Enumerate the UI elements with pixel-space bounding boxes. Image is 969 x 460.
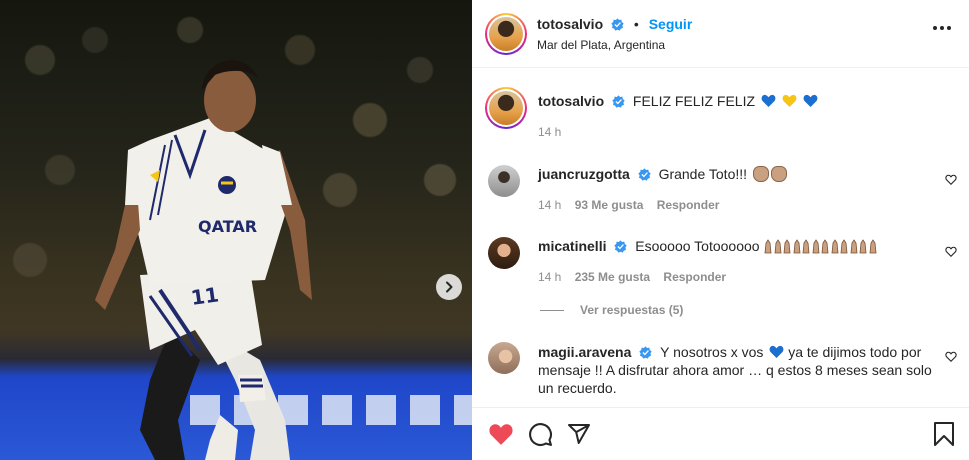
raising-hands-icon [765, 239, 782, 254]
comment-text: Esooooo Totoooooo [635, 238, 760, 254]
like-comment-icon[interactable] [945, 174, 957, 185]
blue-heart-icon [803, 94, 818, 107]
verified-badge-icon [614, 240, 628, 253]
like-comment-icon[interactable] [945, 351, 957, 362]
separator-dot: • [633, 16, 639, 32]
post-action-bar [472, 407, 969, 460]
comment-likes[interactable]: 235 Me gusta [575, 270, 650, 284]
more-options-icon[interactable] [933, 26, 951, 30]
commenter-username[interactable]: juancruzgotta [538, 166, 630, 182]
view-replies-label: Ver respuestas (5) [580, 303, 684, 317]
comment-text: Y nosotros x vos [660, 344, 764, 360]
comment-text-line2: mensaje !! A disfrutar ahora amor … q es… [538, 362, 932, 378]
football-player-figure: 11 QATAR [95, 60, 312, 460]
reply-button[interactable]: Responder [657, 198, 720, 212]
share-icon[interactable] [567, 422, 591, 446]
post-photo[interactable]: 11 QATAR [0, 0, 472, 460]
comment-timestamp[interactable]: 14 h [538, 198, 561, 212]
caption-avatar[interactable] [485, 87, 527, 129]
comment-timestamp[interactable]: 14 h [538, 270, 561, 284]
bookmark-icon[interactable] [933, 422, 955, 446]
commenter-username[interactable]: micatinelli [538, 238, 606, 254]
reply-button[interactable]: Responder [663, 270, 726, 284]
caption-timestamp[interactable]: 14 h [538, 125, 561, 139]
post-header: totosalvio • Seguir Mar del Plata, Argen… [472, 0, 969, 68]
commenter-avatar[interactable] [488, 165, 520, 197]
comment-text: Grande Toto!!! [658, 166, 748, 182]
replies-divider-line [540, 309, 564, 311]
verified-badge-icon [639, 346, 652, 359]
svg-text:QATAR: QATAR [198, 217, 257, 236]
comment-icon[interactable] [528, 422, 553, 447]
raising-hands-icon [841, 239, 858, 254]
commenter-username[interactable]: magii.aravena [538, 344, 631, 360]
heart-icon[interactable] [488, 422, 514, 446]
caption-text: FELIZ FELIZ FELIZ [632, 93, 756, 109]
view-replies-button[interactable]: Ver respuestas (5) [540, 303, 683, 317]
yellow-heart-icon [782, 94, 797, 107]
caption-username[interactable]: totosalvio [538, 93, 604, 109]
blue-heart-icon [761, 94, 776, 107]
raising-hands-icon [860, 239, 877, 254]
raising-hands-icon [803, 239, 820, 254]
comment-text-line3: un recuerdo. [538, 380, 617, 396]
raising-hands-icon [822, 239, 839, 254]
comment-likes[interactable]: 93 Me gusta [575, 198, 644, 212]
blue-heart-icon [769, 345, 784, 358]
author-avatar[interactable] [485, 13, 527, 55]
comment-text-cont: ya te dijimos todo por [788, 344, 922, 360]
next-photo-button[interactable] [436, 274, 462, 300]
verified-badge-icon [611, 18, 624, 31]
post-location[interactable]: Mar del Plata, Argentina [537, 38, 665, 52]
post-side-panel: totosalvio • Seguir Mar del Plata, Argen… [472, 0, 969, 460]
svg-text:11: 11 [189, 282, 220, 310]
verified-badge-icon [637, 168, 651, 181]
raising-hands-icon [784, 239, 801, 254]
like-comment-icon[interactable] [945, 246, 957, 257]
clap-emoji-icon [752, 166, 769, 182]
clap-emoji-icon [770, 166, 787, 182]
commenter-avatar[interactable] [488, 342, 520, 374]
verified-badge-icon [612, 95, 625, 108]
chevron-right-icon [446, 281, 453, 293]
follow-button[interactable]: Seguir [649, 16, 693, 32]
author-username[interactable]: totosalvio [537, 16, 603, 32]
commenter-avatar[interactable] [488, 237, 520, 269]
